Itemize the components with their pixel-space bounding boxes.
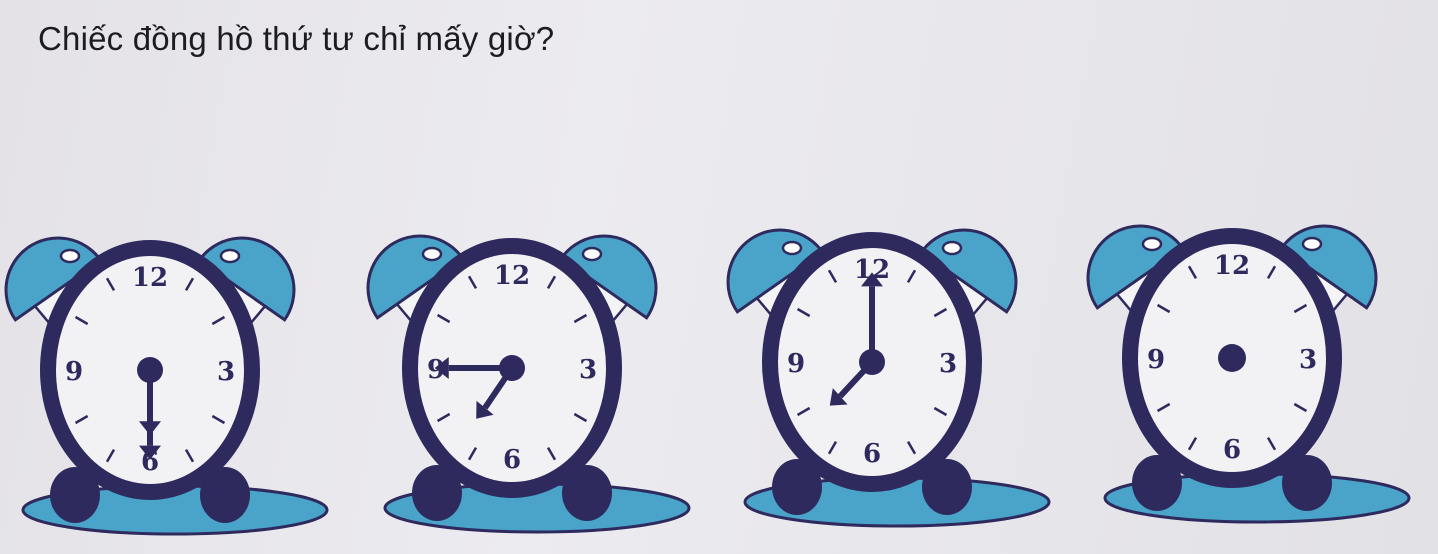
clock-number-9: 9 <box>65 357 83 387</box>
clock-number-3: 3 <box>939 349 957 379</box>
alarm-clock: 12 3 6 9 <box>1086 224 1411 524</box>
bell-knob <box>219 248 241 264</box>
clock-center <box>1218 344 1246 372</box>
clocks-row: 12369123691236912369 <box>4 224 1411 536</box>
clock-number-12: 12 <box>494 261 530 291</box>
clock-number-3: 3 <box>1299 345 1317 375</box>
clock-number-3: 3 <box>579 355 597 385</box>
clock-number-6: 6 <box>1223 435 1241 465</box>
alarm-clock: 12369 <box>4 236 329 536</box>
bell-knob <box>581 246 603 262</box>
bell-knob <box>59 248 81 264</box>
bell-knob <box>1301 236 1323 252</box>
bell-knob <box>781 240 803 256</box>
clock-number-6: 6 <box>863 439 881 469</box>
clock-number-12: 12 <box>132 263 168 293</box>
alarm-clock: 12369 <box>726 228 1051 528</box>
clock-number-3: 3 <box>217 357 235 387</box>
bell-knob <box>941 240 963 256</box>
clock-number-12: 12 <box>1214 251 1250 281</box>
alarm-clock: 12369 <box>366 234 691 534</box>
clock-number-9: 9 <box>1147 345 1165 375</box>
bell-knob <box>1141 236 1163 252</box>
bell-knob <box>421 246 443 262</box>
clock-number-9: 9 <box>787 349 805 379</box>
clock-number-6: 6 <box>503 445 521 475</box>
